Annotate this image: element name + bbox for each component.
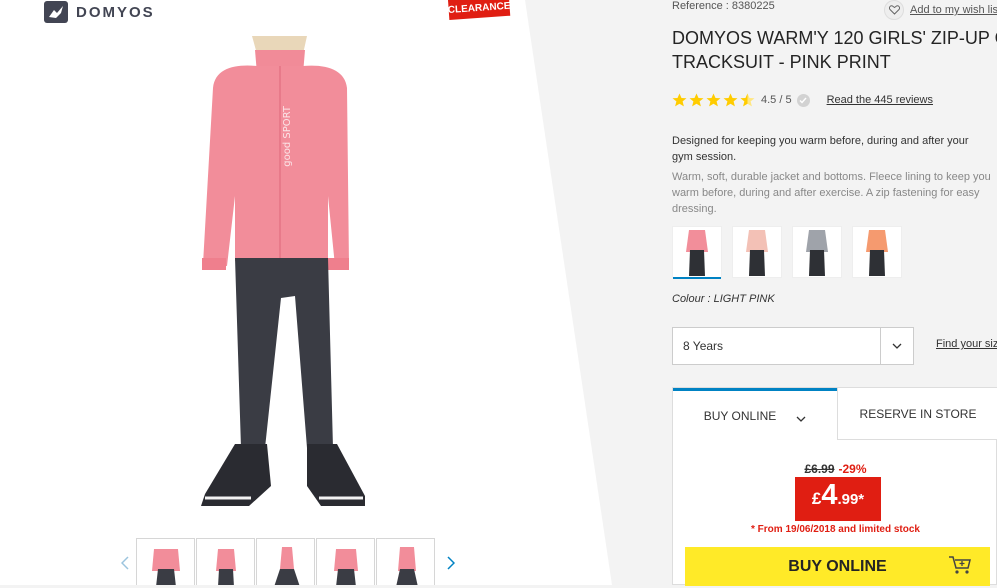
swatch-grey[interactable] bbox=[792, 226, 842, 278]
chevron-right-icon[interactable] bbox=[444, 553, 458, 573]
thumbnail-front[interactable] bbox=[136, 538, 195, 585]
product-description: Designed for keeping you warm before, du… bbox=[672, 135, 969, 163]
tab-buy-online-label: BUY ONLINE bbox=[703, 408, 777, 423]
size-select[interactable]: 8 Years bbox=[672, 327, 914, 365]
decathlon-bird-icon bbox=[44, 1, 68, 23]
old-price: £6.99 bbox=[804, 462, 835, 476]
price-currency: £ bbox=[811, 489, 822, 508]
thumbnail-detail[interactable] bbox=[376, 538, 435, 585]
find-size-link[interactable]: Find your siz bbox=[936, 338, 997, 350]
current-price: £ 4 .99* bbox=[795, 477, 881, 521]
product-main-image[interactable]: good SPORT bbox=[195, 36, 371, 514]
svg-text:good SPORT: good SPORT bbox=[282, 105, 293, 167]
old-price-row: £6.99 -29% bbox=[673, 462, 997, 476]
product-reference: Reference : 8380225 bbox=[672, 0, 775, 12]
wishlist-link[interactable]: Add to my wish lis bbox=[884, 0, 997, 20]
brand-name: DOMYOS bbox=[76, 3, 155, 21]
discount-percent: -29% bbox=[838, 462, 867, 476]
product-title: DOMYOS WARM'Y 120 GIRLS' ZIP-UP GYM TRAC… bbox=[672, 26, 997, 74]
size-selected-value: 8 Years bbox=[683, 339, 724, 353]
product-details: Warm, soft, durable jacket and bottoms. … bbox=[672, 171, 991, 215]
chevron-left-icon[interactable] bbox=[118, 553, 132, 573]
wishlist-label: Add to my wish lis bbox=[910, 4, 997, 16]
product-rating: 4.5 / 5 Read the 445 reviews bbox=[672, 93, 933, 107]
rating-stars bbox=[672, 93, 755, 107]
product-info-panel: Reference : 8380225 Add to my wish lis D… bbox=[672, 0, 997, 586]
thumbnail-strip bbox=[118, 538, 458, 585]
tab-reserve-label: RESERVE IN STORE bbox=[859, 406, 977, 421]
brand-logo[interactable]: DOMYOS bbox=[44, 1, 155, 23]
rating-score: 4.5 / 5 bbox=[761, 94, 792, 106]
product-title-line2: TRACKSUIT - PINK PRINT bbox=[672, 52, 891, 72]
swatch-orange[interactable] bbox=[852, 226, 902, 278]
star-icon bbox=[672, 93, 687, 107]
thumbnail-side[interactable] bbox=[196, 538, 255, 585]
chevron-down-icon bbox=[880, 328, 913, 364]
buy-online-button-label: BUY ONLINE bbox=[788, 557, 887, 575]
tab-reserve-in-store[interactable]: RESERVE IN STORE bbox=[837, 388, 997, 440]
chevron-down-icon bbox=[796, 411, 806, 425]
colour-swatches bbox=[672, 226, 902, 279]
purchase-box: BUY ONLINE RESERVE IN STORE £6.99 -29% £… bbox=[672, 387, 997, 586]
reviews-link[interactable]: Read the 445 reviews bbox=[827, 94, 933, 106]
swatch-light-pink[interactable] bbox=[672, 226, 722, 279]
star-half-icon bbox=[740, 93, 755, 107]
star-icon bbox=[706, 93, 721, 107]
thumbnail-profile[interactable] bbox=[256, 538, 315, 585]
clearance-badge: CLEARANCE bbox=[447, 0, 511, 20]
swatch-peach-print[interactable] bbox=[732, 226, 782, 278]
buy-online-button[interactable]: BUY ONLINE bbox=[685, 547, 990, 586]
star-icon bbox=[689, 93, 704, 107]
star-icon bbox=[723, 93, 738, 107]
price-decimals: .99* bbox=[837, 491, 865, 508]
tab-buy-online[interactable]: BUY ONLINE bbox=[673, 388, 837, 440]
product-title-line1: DOMYOS WARM'Y 120 GIRLS' ZIP-UP GYM bbox=[672, 28, 997, 48]
verified-check-icon bbox=[796, 93, 810, 107]
price-footnote: * From 19/06/2018 and limited stock bbox=[751, 524, 920, 535]
heart-icon bbox=[884, 0, 904, 20]
thumbnail-back[interactable] bbox=[316, 538, 375, 585]
cart-icon bbox=[948, 555, 972, 580]
price-main: 4 bbox=[821, 479, 838, 511]
selected-colour-label: Colour : LIGHT PINK bbox=[672, 293, 775, 305]
